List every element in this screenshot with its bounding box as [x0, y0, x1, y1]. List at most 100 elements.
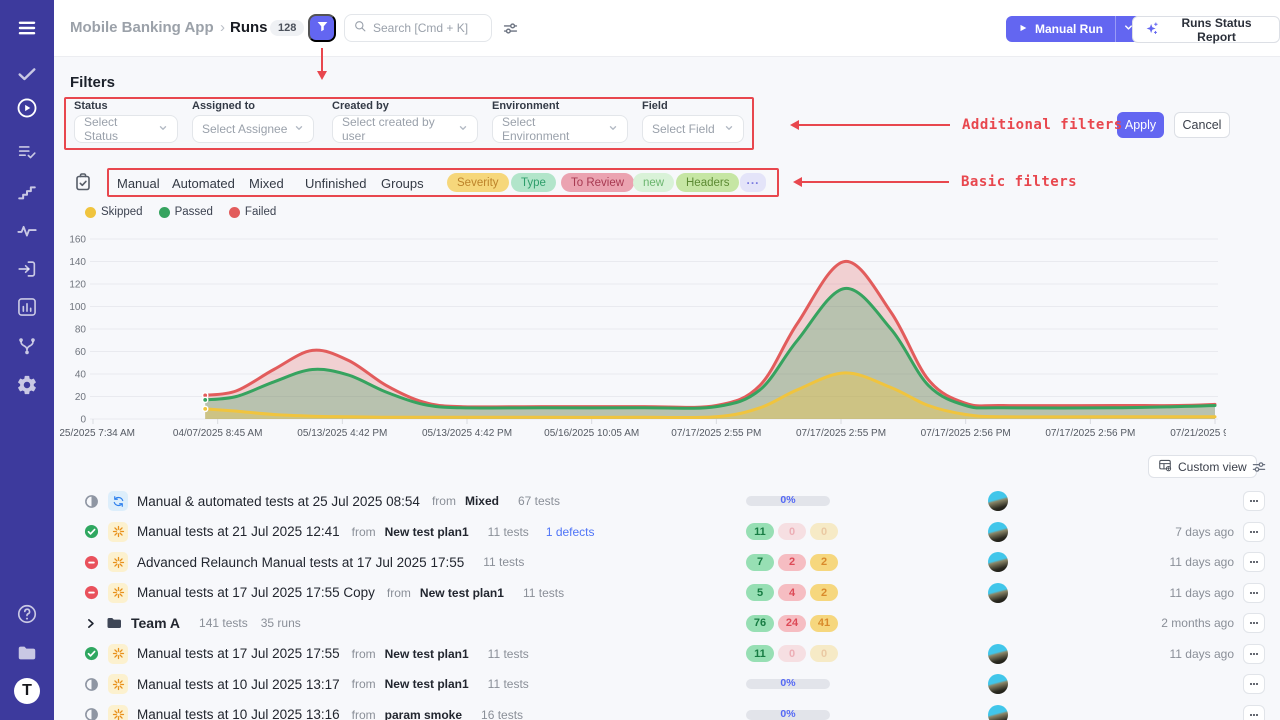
menu-icon[interactable]: [16, 17, 38, 39]
from-label: from: [387, 586, 411, 600]
tab-unfinished[interactable]: Unfinished: [305, 176, 366, 191]
play-circle-icon[interactable]: [16, 97, 38, 119]
avatar: [988, 644, 1008, 664]
filter-funnel-button[interactable]: [308, 14, 336, 42]
burst-icon: [108, 552, 128, 572]
legend-item-passed[interactable]: Passed: [159, 206, 213, 218]
branch-icon[interactable]: [16, 335, 38, 357]
breadcrumb-page[interactable]: Runs: [230, 19, 268, 36]
burst-icon: [108, 674, 128, 694]
annotation-basic-filters: Basic filters: [961, 174, 1077, 190]
tab-mixed[interactable]: Mixed: [249, 176, 284, 191]
row-more-button[interactable]: [1243, 613, 1265, 633]
tab-groups[interactable]: Groups: [381, 176, 424, 191]
run-title[interactable]: Manual tests at 10 Jul 2025 13:17: [137, 677, 340, 692]
row-more-button[interactable]: [1243, 674, 1265, 694]
row-more-button[interactable]: [1243, 583, 1265, 603]
status-select[interactable]: Select Status: [74, 115, 178, 143]
checklist-edit-icon[interactable]: [73, 172, 93, 192]
tag-severity[interactable]: Severity: [447, 173, 509, 192]
svg-text:07/17/2025 2:56 PM: 07/17/2025 2:56 PM: [921, 428, 1011, 439]
tab-manual[interactable]: Manual: [117, 176, 160, 191]
row-more-button[interactable]: [1243, 522, 1265, 542]
manual-run-button[interactable]: Manual Run: [1006, 16, 1141, 42]
created-by-select[interactable]: Select created by user: [332, 115, 478, 143]
tests-count: 67 tests: [518, 494, 560, 508]
select-placeholder: Select Environment: [502, 115, 602, 143]
chevron-down-icon: [452, 122, 468, 136]
run-title[interactable]: Manual tests at 10 Jul 2025 13:16: [137, 707, 340, 720]
defects-link[interactable]: 1 defects: [546, 525, 595, 539]
tag-headers[interactable]: Headers: [676, 173, 739, 192]
assigned-to-select[interactable]: Select Assignee: [192, 115, 314, 143]
count-badge-yellow: 2: [810, 584, 838, 601]
app-logo[interactable]: T: [14, 678, 40, 704]
svg-text:120: 120: [69, 280, 86, 291]
run-row[interactable]: Manual tests at 17 Jul 2025 17:55fromNew…: [54, 639, 1280, 670]
tag-new[interactable]: new: [633, 173, 674, 192]
tag-type[interactable]: Type: [511, 173, 556, 192]
from-label: from: [432, 494, 456, 508]
search-settings-icon[interactable]: [502, 20, 519, 37]
list-settings-icon[interactable]: [1251, 459, 1267, 475]
top-header: Mobile Banking App › Runs 128 Manual Run…: [54, 0, 1280, 57]
select-placeholder: Select Status: [84, 115, 152, 143]
run-title[interactable]: Manual tests at 21 Jul 2025 12:41: [137, 524, 340, 539]
stairs-icon[interactable]: [16, 181, 38, 203]
svg-text:04/07/2025 8:45 AM: 04/07/2025 8:45 AM: [173, 428, 263, 439]
filter-label: Field: [642, 100, 744, 112]
environment-select[interactable]: Select Environment: [492, 115, 628, 143]
table-gear-icon: [1158, 458, 1172, 475]
run-title[interactable]: Manual tests at 17 Jul 2025 17:55: [137, 646, 340, 661]
legend-dot: [229, 207, 240, 218]
plan-name: New test plan1: [385, 647, 469, 661]
legend-item-failed[interactable]: Failed: [229, 206, 276, 218]
bar-chart-icon[interactable]: [16, 296, 38, 318]
run-row[interactable]: Manual tests at 10 Jul 2025 13:16frompar…: [54, 700, 1280, 720]
run-row[interactable]: Manual tests at 17 Jul 2025 17:55 Copy fr…: [54, 578, 1280, 609]
run-row[interactable]: Advanced Relaunch Manual tests at 17 Jul…: [54, 547, 1280, 578]
row-more-button[interactable]: [1243, 552, 1265, 572]
svg-text:80: 80: [75, 325, 87, 336]
runs-status-report-button[interactable]: Runs Status Report: [1132, 16, 1280, 43]
legend-label: Passed: [175, 206, 213, 218]
row-more-button[interactable]: [1243, 644, 1265, 664]
run-title[interactable]: Advanced Relaunch Manual tests at 17 Jul…: [137, 555, 464, 570]
check-icon[interactable]: [16, 63, 38, 85]
field-select[interactable]: Select Field: [642, 115, 744, 143]
run-title[interactable]: Manual tests at 17 Jul 2025 17:55 Copy: [137, 585, 375, 600]
annotation-arrow-down: [321, 48, 323, 72]
run-title[interactable]: Manual & automated tests at 25 Jul 2025 …: [137, 494, 420, 509]
run-row[interactable]: Manual & automated tests at 25 Jul 2025 …: [54, 486, 1280, 517]
progress-bar: 0%: [746, 496, 830, 506]
cancel-button[interactable]: Cancel: [1174, 112, 1230, 138]
tab-automated[interactable]: Automated: [172, 176, 235, 191]
run-row[interactable]: Manual tests at 21 Jul 2025 12:41fromNew…: [54, 517, 1280, 548]
group-row[interactable]: Team A141 tests35 runs7624412 months ago: [54, 608, 1280, 639]
apply-button[interactable]: Apply: [1117, 112, 1164, 138]
avatar: [988, 583, 1008, 603]
help-icon[interactable]: [16, 603, 38, 625]
gear-icon[interactable]: [16, 374, 38, 396]
expand-chevron-icon[interactable]: [84, 617, 97, 630]
list-check-icon[interactable]: [16, 141, 38, 163]
search-input[interactable]: [373, 21, 483, 35]
svg-text:07/21/2025 9:41 AM: 07/21/2025 9:41 AM: [1170, 428, 1226, 439]
group-title[interactable]: Team A: [131, 615, 180, 631]
row-more-button[interactable]: [1243, 705, 1265, 720]
tag-to-review[interactable]: To Review: [561, 173, 634, 192]
chevron-down-icon: [288, 122, 304, 136]
import-icon[interactable]: [16, 258, 38, 280]
select-placeholder: Select created by user: [342, 115, 452, 143]
pulse-icon[interactable]: [16, 220, 38, 242]
legend-item-skipped[interactable]: Skipped: [85, 206, 143, 218]
search-box[interactable]: [344, 14, 492, 42]
run-row[interactable]: Manual tests at 10 Jul 2025 13:17fromNew…: [54, 669, 1280, 700]
row-more-button[interactable]: [1243, 491, 1265, 511]
folder-icon[interactable]: [16, 642, 38, 664]
breadcrumb-project[interactable]: Mobile Banking App: [70, 19, 214, 36]
more-filters-button[interactable]: ...: [740, 173, 766, 192]
custom-view-button[interactable]: Custom view: [1148, 455, 1257, 478]
burst-icon: [108, 583, 128, 603]
count-badge-green: 76: [746, 615, 774, 632]
